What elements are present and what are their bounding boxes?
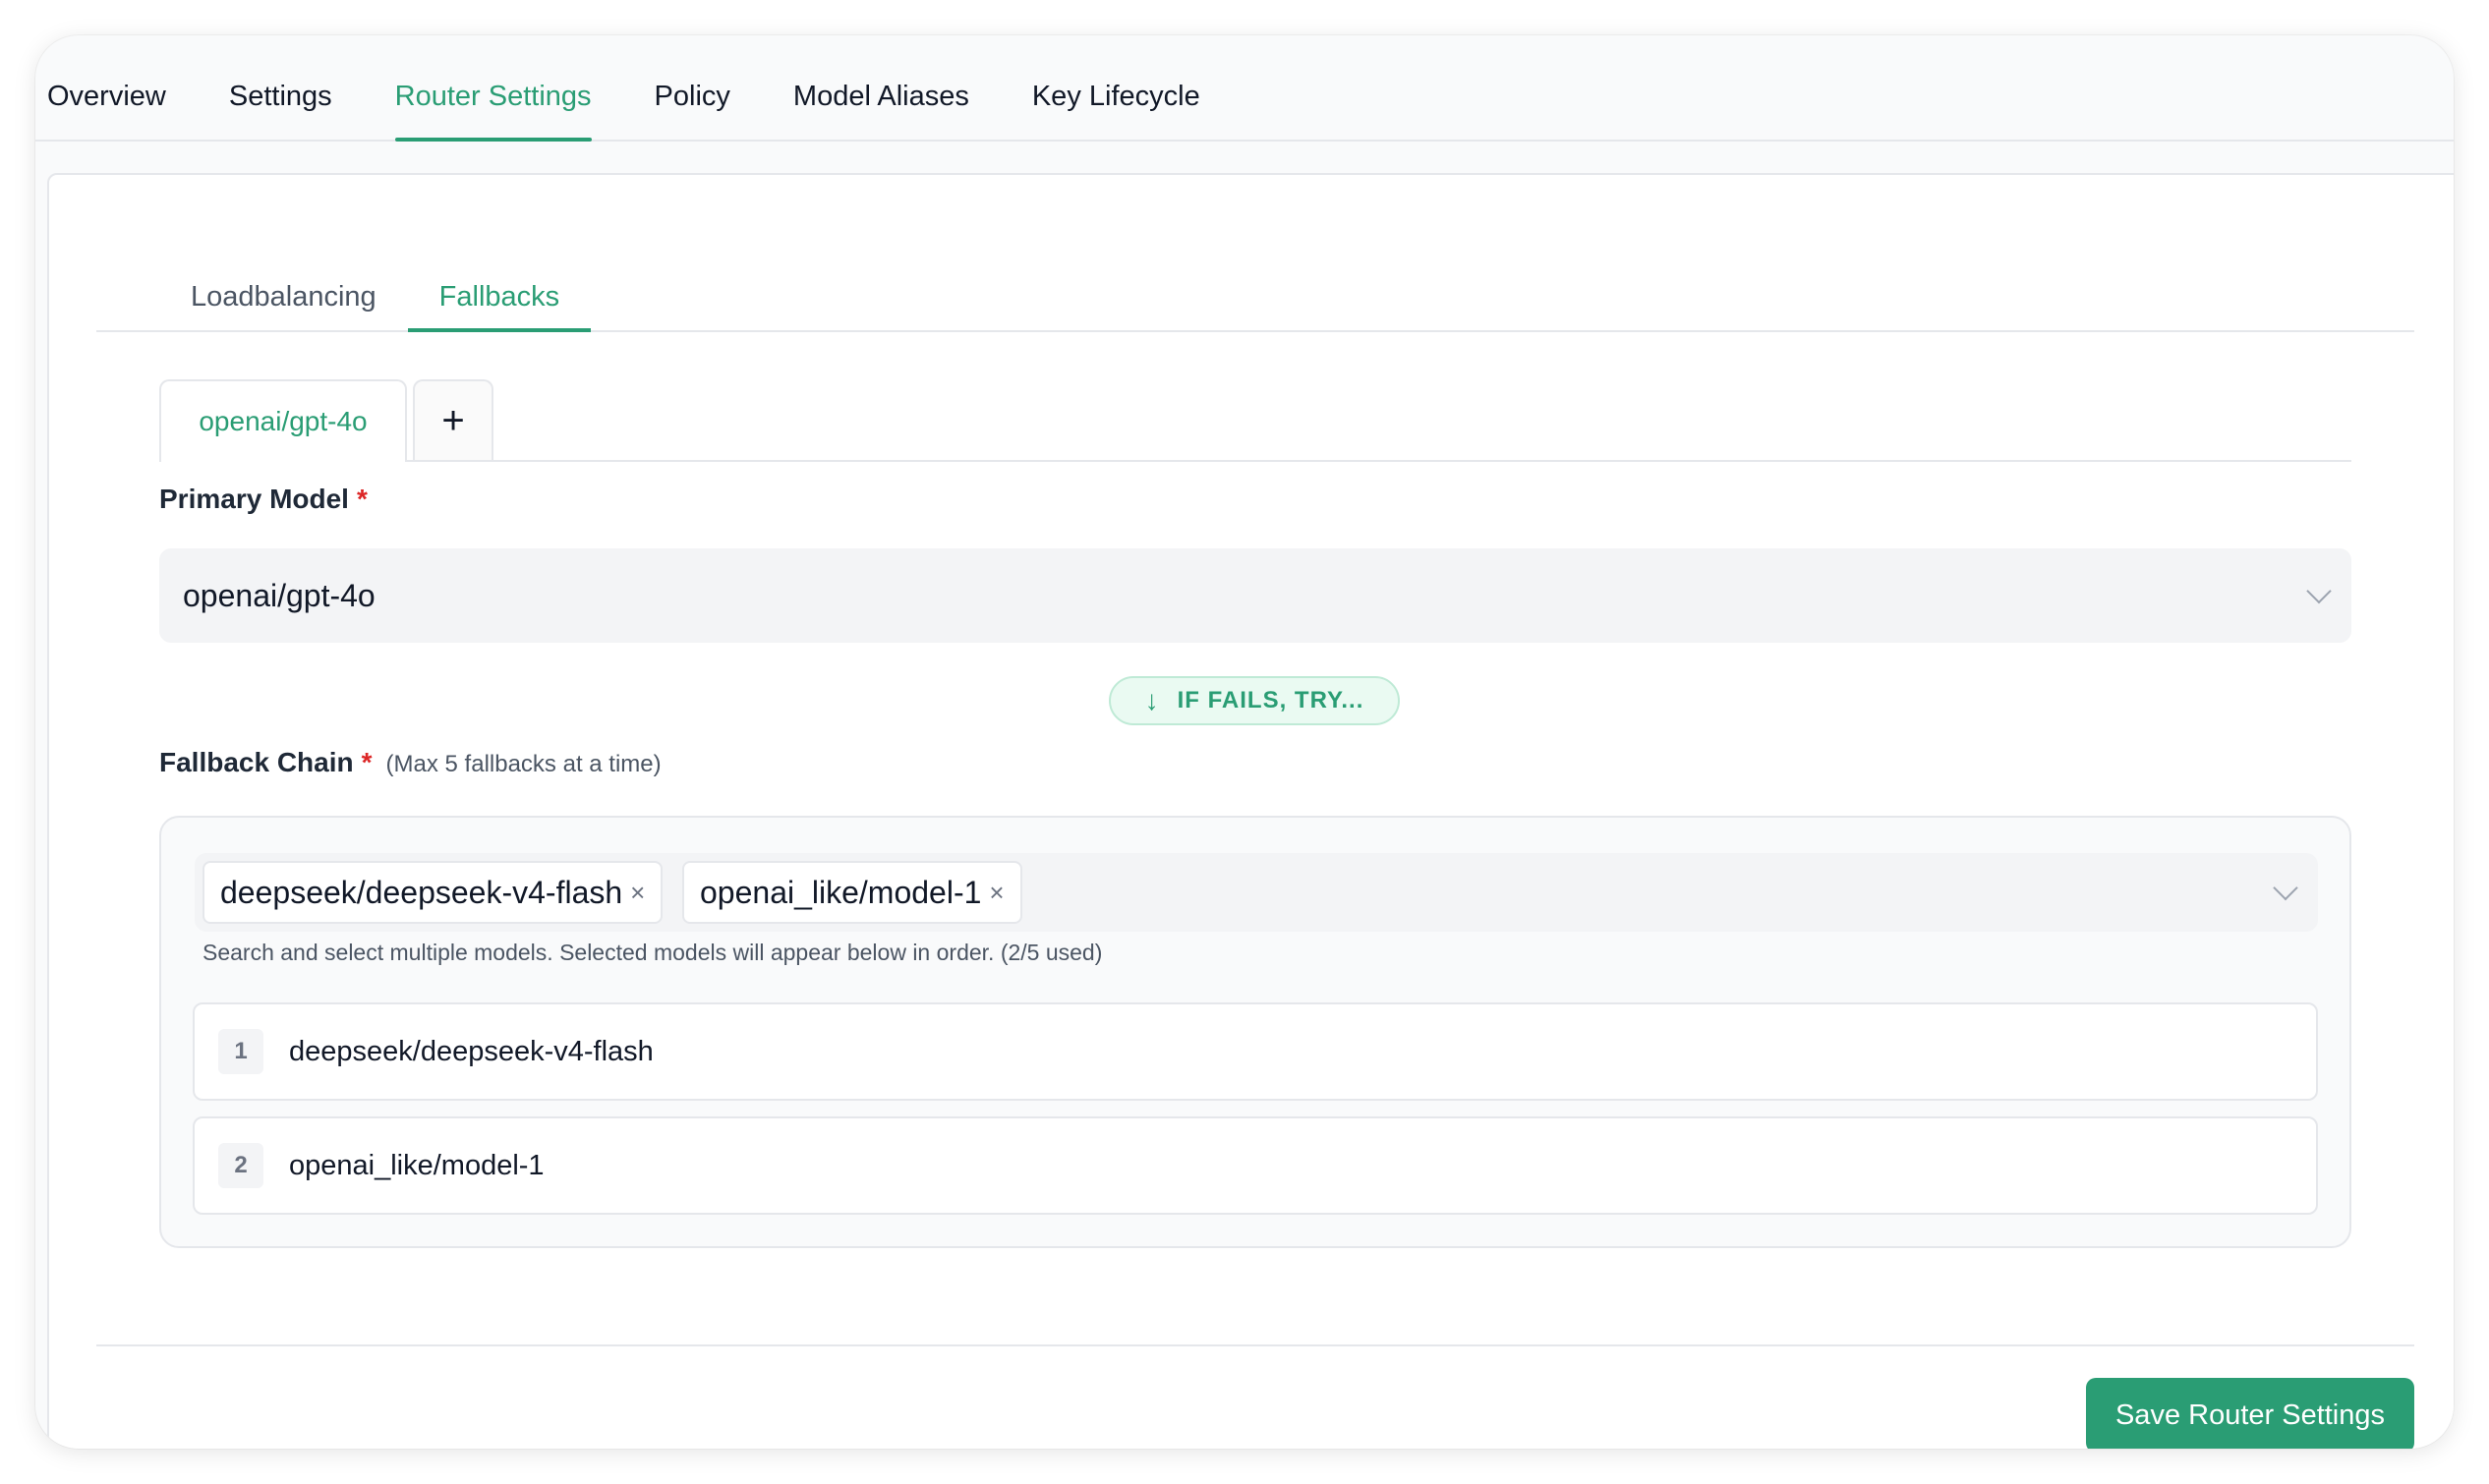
chip-label: deepseek/deepseek-v4-flash [220, 874, 623, 910]
fallback-chain-label-text: Fallback Chain [159, 747, 354, 777]
tab-model-aliases[interactable]: Model Aliases [793, 35, 969, 140]
if-fails-text: IF FAILS, TRY... [1177, 687, 1364, 713]
chip-label: openai_like/model-1 [700, 874, 982, 910]
model-tab-openai-gpt-4o[interactable]: openai/gpt-4o [159, 379, 407, 462]
remove-chip-icon[interactable]: × [989, 878, 1004, 908]
order-number: 2 [218, 1143, 263, 1188]
fallback-chain-label: Fallback Chain * (Max 5 fallbacks at a tim… [159, 747, 662, 778]
remove-chip-icon[interactable]: × [630, 878, 645, 908]
order-model-name: openai_like/model-1 [289, 1149, 545, 1181]
chevron-down-icon [2306, 578, 2332, 604]
order-model-name: deepseek/deepseek-v4-flash [289, 1035, 654, 1067]
fallback-helper-text: Search and select multiple models. Selec… [203, 940, 1103, 965]
tab-fallbacks[interactable]: Fallbacks [407, 263, 592, 332]
router-settings-card: Loadbalancing Fallbacks openai/gpt-4o + … [47, 173, 2454, 1449]
tab-settings[interactable]: Settings [229, 35, 332, 140]
tab-overview[interactable]: Overview [47, 35, 166, 140]
primary-model-label-text: Primary Model [159, 484, 349, 514]
fallback-chain-hint: (Max 5 fallbacks at a time) [385, 751, 662, 777]
tab-policy[interactable]: Policy [655, 35, 730, 140]
tab-loadbalancing[interactable]: Loadbalancing [159, 263, 408, 330]
selected-model-chip: deepseek/deepseek-v4-flash × [203, 861, 664, 924]
primary-model-select[interactable]: openai/gpt-4o [159, 548, 2351, 643]
if-fails-badge: ↓ IF FAILS, TRY... [1109, 676, 1400, 725]
sub-tab-bar: Loadbalancing Fallbacks [96, 263, 2414, 332]
tab-router-settings[interactable]: Router Settings [394, 35, 592, 142]
required-mark: * [361, 747, 373, 777]
save-router-settings-button[interactable]: Save Router Settings [2086, 1378, 2414, 1449]
arrow-down-icon: ↓ [1144, 685, 1160, 715]
chevron-down-icon [2273, 875, 2298, 901]
selected-model-chip: openai_like/model-1 × [682, 861, 1022, 924]
fallback-order-row[interactable]: 2 openai_like/model-1 [193, 1116, 2318, 1215]
top-tab-bar: Overview Settings Router Settings Policy… [35, 35, 2454, 142]
fallback-chain-box: deepseek/deepseek-v4-flash × openai_like… [159, 816, 2351, 1248]
fallback-models-select[interactable]: deepseek/deepseek-v4-flash × openai_like… [195, 853, 2318, 932]
app-window: Overview Settings Router Settings Policy… [35, 35, 2454, 1449]
order-number: 1 [218, 1029, 263, 1074]
add-model-tab-button[interactable]: + [413, 379, 493, 460]
required-mark: * [356, 484, 368, 514]
primary-model-value: openai/gpt-4o [183, 577, 376, 613]
fallback-order-row[interactable]: 1 deepseek/deepseek-v4-flash [193, 1002, 2318, 1101]
primary-model-label: Primary Model * [159, 484, 368, 515]
fallback-model-tabs: openai/gpt-4o + [159, 379, 2351, 462]
footer-divider [96, 1344, 2414, 1346]
tab-key-lifecycle[interactable]: Key Lifecycle [1032, 35, 1200, 140]
